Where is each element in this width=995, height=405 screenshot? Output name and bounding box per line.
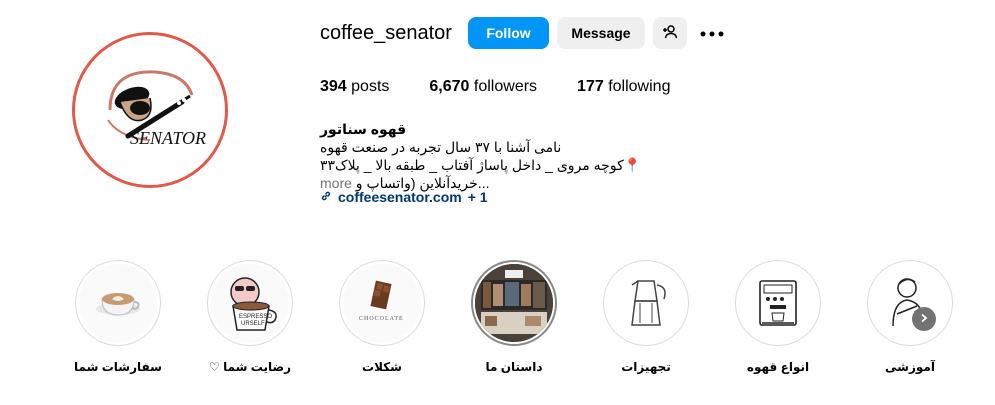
highlight-label: آموزشی [885,360,935,374]
followers-label: followers [473,78,538,95]
highlight-chocolate[interactable]: CHOCOLATE شکلات [316,260,448,374]
moka-pot-icon [607,264,685,342]
message-button[interactable]: Message [557,17,645,49]
following-label: following [608,78,671,95]
highlight-satisfaction[interactable]: ESPRESSO URSELF رضایت شما ♡ [184,260,316,374]
highlight-equipment[interactable]: تجهیزات [580,260,712,374]
espresso-machine-icon [739,264,817,342]
highlight-orders[interactable]: سفارشات شما [52,260,184,374]
highlight-label: سفارشات شما [74,360,162,374]
bio: قهوه سناتور نامی آشنا با ۳۷ سال تجربه در… [320,120,650,192]
svg-text:CHOCOLATE: CHOCOLATE [359,316,404,322]
highlight-label: داستان ما [485,360,543,374]
profile-stats: 394 posts 6,670 followers 177 following [320,78,710,96]
bio-display-name: قهوه سناتور [320,121,407,137]
posts-label: posts [351,78,390,95]
username: coffee_senator [320,22,452,44]
person-plus-icon [662,24,678,43]
latte-art-icon [79,264,157,342]
bio-link-extra[interactable]: + 1 [468,189,488,205]
more-options-button[interactable] [697,20,727,46]
highlights-next-button[interactable] [912,307,936,331]
profile-avatar[interactable]: SENATOR [72,32,228,188]
svg-text:URSELF: URSELF [241,321,265,327]
shop-photo-icon [475,264,553,342]
bio-line-1: نامی آشنا با ۳۷ سال تجربه در صنعت قهوه [320,139,562,155]
follow-button[interactable]: Follow [468,17,549,49]
svg-text:SENATOR: SENATOR [130,128,206,148]
following-stat[interactable]: 177 following [577,78,670,96]
highlight-label: شکلات [362,360,402,374]
highlight-education[interactable]: آموزشی [844,260,976,374]
followers-stat[interactable]: 6,670 followers [429,78,537,96]
svg-text:ESPRESSO: ESPRESSO [239,314,272,320]
bio-link[interactable]: coffeesenator.com + 1 [320,189,488,205]
highlight-coffee-types[interactable]: انواع قهوه [712,260,844,374]
bio-link-text[interactable]: coffeesenator.com [338,189,462,205]
highlight-our-story[interactable]: داستان ما [448,260,580,374]
highlight-label: رضایت شما ♡ [209,360,291,374]
senator-logo: SENATOR [80,40,220,180]
story-highlights: سفارشات شما ESPRESSO URSELF رضایت شما ♡ [52,260,976,374]
suggest-users-button[interactable] [653,17,687,49]
more-dots-icon [700,24,724,42]
espresso-yourself-icon: ESPRESSO URSELF [211,264,289,342]
highlight-label: انواع قهوه [746,360,810,374]
posts-stat: 394 posts [320,78,389,96]
link-icon [320,189,332,205]
barista-icon [871,264,949,342]
chocolate-icon: CHOCOLATE [343,264,421,342]
highlight-label: تجهیزات [621,360,671,374]
followers-count: 6,670 [429,78,470,95]
bio-line-2: 📍کوچه مروی _ داخل پاساژ آفتاب _ طبقه بال… [320,157,642,173]
posts-count: 394 [320,78,347,95]
following-count: 177 [577,78,604,95]
chevron-right-icon [919,310,929,328]
